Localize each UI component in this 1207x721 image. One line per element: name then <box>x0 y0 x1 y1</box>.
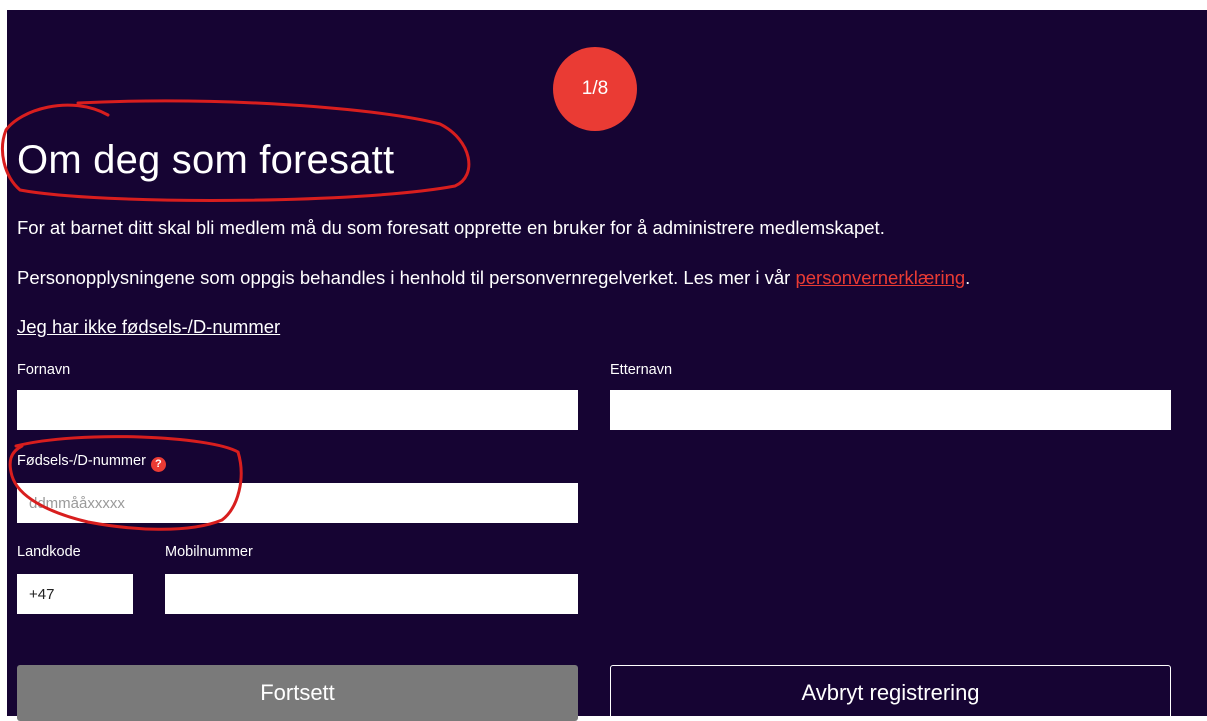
page-title: Om deg som foresatt <box>17 138 395 182</box>
country-code-label: Landkode <box>17 544 81 560</box>
country-code-input[interactable] <box>17 574 133 614</box>
national-id-label-text: Fødsels-/D-nummer <box>17 453 146 469</box>
no-national-id-link[interactable]: Jeg har ikke fødsels-/D-nummer <box>17 316 280 338</box>
cancel-registration-button[interactable]: Avbryt registrering <box>610 665 1171 721</box>
privacy-text-suffix: . <box>965 267 971 288</box>
last-name-label: Etternavn <box>610 362 673 378</box>
registration-panel: 1/8 Om deg som foresatt For at barnet di… <box>7 10 1207 721</box>
help-icon[interactable]: ? <box>150 456 166 472</box>
intro-text: For at barnet ditt skal bli medlem må du… <box>17 217 885 238</box>
step-indicator: 1/8 <box>553 47 637 131</box>
mobile-label: Mobilnummer <box>165 544 253 560</box>
first-name-input[interactable] <box>17 390 578 430</box>
last-name-input[interactable] <box>610 390 1171 430</box>
mobile-input[interactable] <box>165 574 578 614</box>
privacy-text: Personopplysningene som oppgis behandles… <box>17 267 970 289</box>
national-id-label: Fødsels-/D-nummer? <box>17 453 166 472</box>
privacy-text-prefix: Personopplysningene som oppgis behandles… <box>17 267 796 288</box>
national-id-input[interactable] <box>17 483 578 523</box>
first-name-label: Fornavn <box>17 362 71 378</box>
continue-button[interactable]: Fortsett <box>17 665 578 721</box>
privacy-policy-link[interactable]: personvernerklæring <box>795 267 965 288</box>
